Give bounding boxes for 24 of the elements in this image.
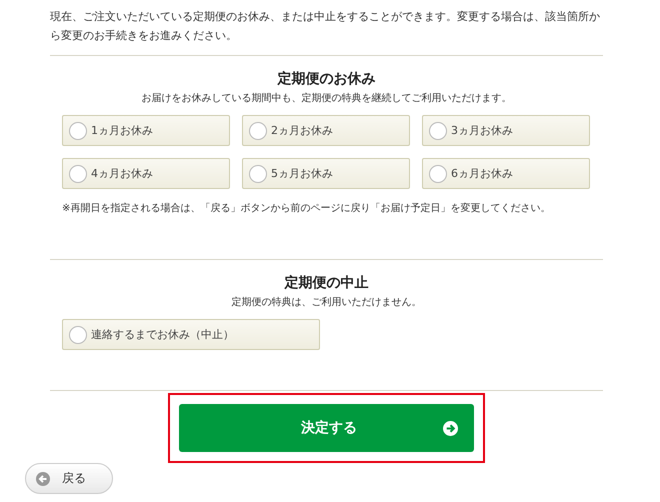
radio-circle-icon[interactable] xyxy=(249,122,267,140)
radio-option[interactable]: 5ヵ月お休み xyxy=(242,158,410,189)
arrow-right-icon xyxy=(443,420,458,436)
arrow-left-icon xyxy=(36,472,50,486)
radio-circle-icon[interactable] xyxy=(429,122,447,140)
section-subtitle: 定期便の特典は、ご利用いただけません。 xyxy=(230,296,422,309)
back-button[interactable]: 戻る xyxy=(25,463,113,494)
section-title: 定期便のお休み xyxy=(276,70,376,88)
intro-text: 現在、ご注文いただいている定期便のお休み、または中止をすることができます。変更する場合は、該当箇所から変更のお手続きをお進みください。 xyxy=(50,9,601,44)
radio-option[interactable]: 6ヵ月お休み xyxy=(422,158,590,189)
radio-option[interactable]: 連絡するまでお休み（中止） xyxy=(62,319,320,350)
section-title: 定期便の中止 xyxy=(283,274,370,292)
radio-circle-icon[interactable] xyxy=(69,164,87,182)
radio-circle-icon[interactable] xyxy=(69,326,87,344)
radio-option[interactable]: 1ヵ月お休み xyxy=(62,115,230,146)
radio-circle-icon[interactable] xyxy=(429,164,447,182)
radio-option[interactable]: 3ヵ月お休み xyxy=(422,115,590,146)
submit-button[interactable]: 決定する xyxy=(179,404,474,452)
radio-circle-icon[interactable] xyxy=(69,122,87,140)
section-subtitle: お届けをお休みしている期間中も、定期便の特典を継続してご利用いただけます。 xyxy=(140,92,512,105)
note-text: ※再開日を指定される場合は、「戻る」ボタンから前のページに戻り「お届け予定日」を変更してください。 xyxy=(62,202,552,215)
radio-circle-icon[interactable] xyxy=(249,164,267,182)
radio-option[interactable]: 4ヵ月お休み xyxy=(62,158,230,189)
radio-option[interactable]: 2ヵ月お休み xyxy=(242,115,410,146)
